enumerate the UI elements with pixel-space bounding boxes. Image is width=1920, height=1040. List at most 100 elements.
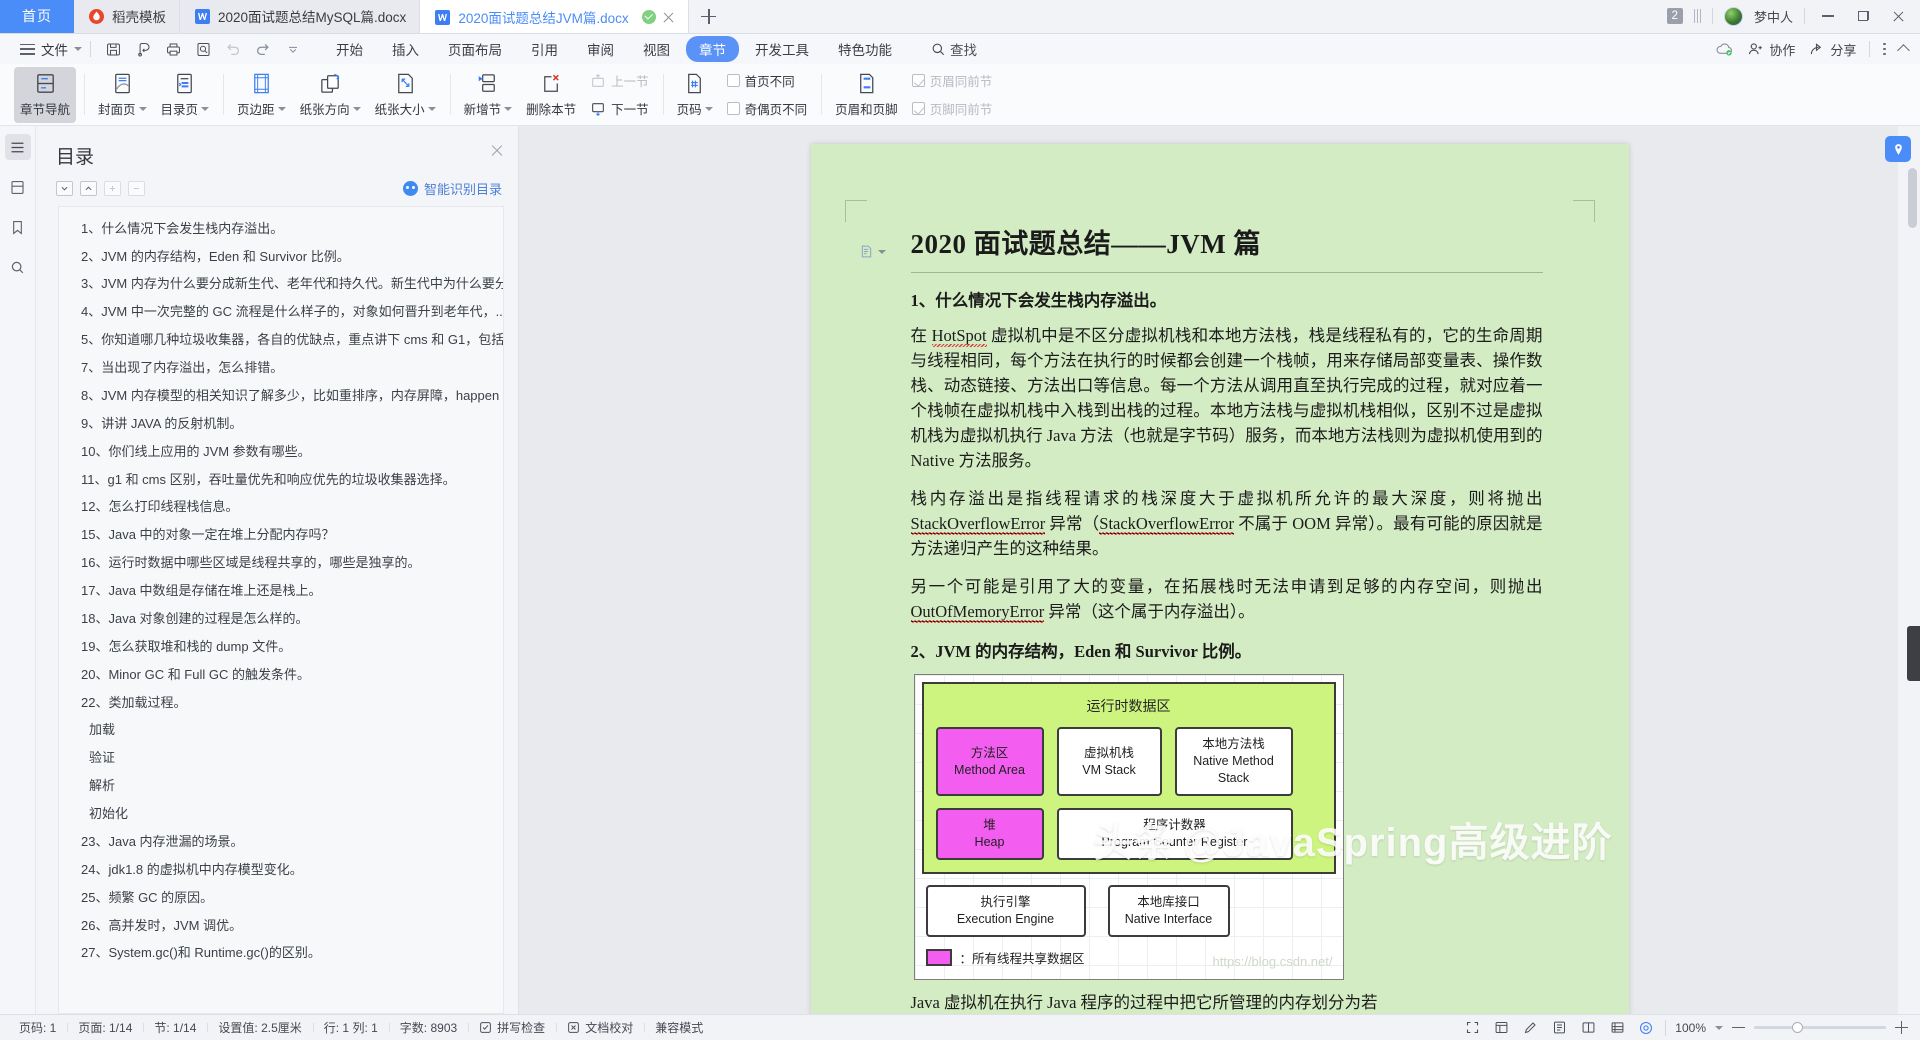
close-button[interactable] — [1886, 6, 1910, 26]
status-proofread[interactable]: 文档校对 — [556, 1019, 644, 1036]
collaborate-button[interactable]: 协作 — [1747, 40, 1795, 59]
list-item[interactable]: 8、JVM 内存模型的相关知识了解多少，比如重排序，内存屏障，happen ..… — [59, 382, 503, 410]
status-setting-value[interactable]: 设置值: 2.5厘米 — [207, 1019, 312, 1036]
toc-list[interactable]: 1、什么情况下会发生栈内存溢出。 2、JVM 的内存结构，Eden 和 Surv… — [58, 206, 504, 1014]
list-item[interactable]: 2、JVM 的内存结构，Eden 和 Survivor 比例。 — [59, 243, 503, 271]
zoom-level-label[interactable]: 100% — [1675, 1021, 1706, 1035]
tab-jvm-doc[interactable]: 2020面试题总结JVM篇.docx — [420, 0, 689, 33]
print-preview-icon[interactable] — [130, 37, 156, 61]
page-number-button[interactable]: 页码 — [671, 67, 719, 123]
margins-button[interactable]: 页边距 — [231, 67, 292, 123]
status-page-of-total[interactable]: 页面: 1/14 — [67, 1019, 143, 1036]
delete-section-button[interactable]: 删除本节 — [520, 67, 582, 123]
list-item[interactable]: 18、Java 对象创建的过程是怎么样的。 — [59, 605, 503, 633]
status-row-column[interactable]: 行: 1 列: 1 — [312, 1019, 389, 1036]
list-item[interactable]: 验证 — [59, 745, 503, 773]
add-section-button[interactable]: 新增节 — [458, 67, 519, 123]
tab-review[interactable]: 审阅 — [574, 36, 627, 62]
maximize-button[interactable] — [1851, 6, 1875, 26]
list-item[interactable]: 4、JVM 中一次完整的 GC 流程是什么样子的，对象如何晋升到老年代，... — [59, 299, 503, 327]
list-item[interactable]: 解析 — [59, 773, 503, 801]
find-button[interactable]: 查找 — [931, 39, 977, 59]
ai-detect-toc-button[interactable]: 智能识别目录 — [402, 179, 502, 198]
list-item[interactable]: 3、JVM 内存为什么要分成新生代、老年代和持久代。新生代中为什么要分 — [59, 271, 503, 299]
next-section-button[interactable]: 下一节 — [584, 96, 655, 121]
list-item[interactable]: 加载 — [59, 717, 503, 745]
outline-view-icon[interactable] — [1607, 1019, 1627, 1036]
list-item[interactable]: 12、怎么打印线程栈信息。 — [59, 494, 503, 522]
footer-same-as-prev-checkbox[interactable]: 页脚同前节 — [906, 96, 999, 121]
list-item[interactable]: 24、jdk1.8 的虚拟机中内存模型变化。 — [59, 856, 503, 884]
collapse-up-button[interactable] — [80, 181, 97, 196]
user-name[interactable]: 梦中人 — [1754, 7, 1793, 26]
tab-start[interactable]: 开始 — [323, 36, 376, 62]
zoom-slider-handle[interactable] — [1792, 1022, 1803, 1033]
share-button[interactable]: 分享 — [1808, 40, 1856, 59]
jvm-memory-diagram[interactable]: 运行时数据区 方法区 Method Area 虚拟机栈 VM Stack 本地方… — [913, 674, 1344, 980]
print-layout-icon[interactable] — [1549, 1019, 1569, 1036]
level-plus-button[interactable] — [104, 181, 121, 196]
status-spellcheck[interactable]: 拼写检查 — [468, 1019, 556, 1036]
status-page-number[interactable]: 页码: 1 — [8, 1019, 67, 1036]
home-tab[interactable]: 首页 — [0, 0, 74, 33]
fullscreen-icon[interactable] — [1462, 1019, 1482, 1036]
more-options-icon[interactable] — [1883, 42, 1886, 56]
new-tab-button[interactable] — [689, 0, 729, 33]
orientation-button[interactable]: 纸张方向 — [294, 67, 367, 123]
tab-insert[interactable]: 插入 — [379, 36, 432, 62]
vertical-scrollbar-thumb[interactable] — [1908, 168, 1917, 228]
list-item[interactable]: 7、当出现了内存溢出，怎么排错。 — [59, 354, 503, 382]
status-word-count[interactable]: 字数: 8903 — [388, 1019, 468, 1036]
close-toc-icon[interactable] — [490, 144, 504, 158]
status-section[interactable]: 节: 1/14 — [143, 1019, 207, 1036]
pen-icon[interactable] — [1520, 1019, 1540, 1036]
zoom-slider[interactable] — [1754, 1022, 1886, 1033]
list-item[interactable]: 23、Java 内存泄漏的场景。 — [59, 828, 503, 856]
list-item[interactable]: 1、什么情况下会发生栈内存溢出。 — [59, 215, 503, 243]
file-menu-button[interactable]: 文件 — [12, 39, 90, 59]
minimize-button[interactable] — [1816, 6, 1840, 26]
list-item[interactable]: 9、讲讲 JAVA 的反射机制。 — [59, 410, 503, 438]
cover-page-button[interactable]: 封面页 — [92, 67, 153, 123]
close-tab-icon[interactable] — [662, 11, 675, 24]
customize-toolbar-icon[interactable] — [280, 37, 306, 61]
tab-featured[interactable]: 特色功能 — [825, 36, 905, 62]
reading-layout-icon[interactable] — [1578, 1019, 1598, 1036]
cloud-sync-button[interactable] — [1715, 41, 1734, 57]
document-page[interactable]: 2020 面试题总结——JVM 篇 1、什么情况下会发生栈内存溢出。 在 Hot… — [810, 144, 1629, 1014]
focus-mode-icon[interactable] — [1636, 1019, 1656, 1036]
level-minus-button[interactable] — [128, 181, 145, 196]
find-doc-icon[interactable] — [190, 37, 216, 61]
list-item[interactable]: 27、System.gc()和 Runtime.gc()的区别。 — [59, 940, 503, 968]
notification-badge[interactable]: 2 — [1666, 8, 1683, 24]
expand-down-button[interactable] — [56, 181, 73, 196]
search-panel-button[interactable] — [5, 254, 31, 280]
tab-dock-template[interactable]: 稻壳模板 — [74, 0, 180, 33]
header-footer-button[interactable]: 页眉和页脚 — [829, 67, 904, 123]
different-odd-even-checkbox[interactable]: 奇偶页不同 — [721, 96, 814, 121]
redo-icon[interactable] — [250, 37, 276, 61]
list-item[interactable]: 10、你们线上应用的 JVM 参数有哪些。 — [59, 438, 503, 466]
web-layout-icon[interactable] — [1491, 1019, 1511, 1036]
tab-developer-tools[interactable]: 开发工具 — [742, 36, 822, 62]
header-same-as-prev-checkbox[interactable]: 页眉同前节 — [906, 68, 999, 93]
status-compat-mode[interactable]: 兼容模式 — [644, 1019, 714, 1036]
list-item[interactable]: 20、Minor GC 和 Full GC 的触发条件。 — [59, 661, 503, 689]
prev-section-button[interactable]: 上一节 — [584, 68, 655, 93]
tab-mysql-doc[interactable]: 2020面试题总结MySQL篇.docx — [180, 0, 421, 33]
side-panel-handle[interactable] — [1907, 626, 1920, 681]
paper-size-button[interactable]: 纸张大小 — [369, 67, 442, 123]
different-first-page-checkbox[interactable]: 首页不同 — [721, 68, 814, 93]
chevron-down-icon[interactable] — [1715, 1025, 1723, 1030]
list-item[interactable]: 16、运行时数据中哪些区域是线程共享的，哪些是独享的。 — [59, 550, 503, 578]
collapse-ribbon-icon[interactable] — [1897, 44, 1910, 57]
tab-references[interactable]: 引用 — [518, 36, 571, 62]
save-icon[interactable] — [100, 37, 126, 61]
print-icon[interactable] — [160, 37, 186, 61]
bookmark-panel-button[interactable] — [5, 214, 31, 240]
list-item[interactable]: 26、高并发时，JVM 调优。 — [59, 912, 503, 940]
tab-chapter[interactable]: 章节 — [686, 36, 739, 62]
list-item[interactable]: 22、类加载过程。 — [59, 689, 503, 717]
chapter-nav-button[interactable]: 章节导航 — [14, 66, 77, 123]
avatar[interactable] — [1723, 6, 1743, 26]
